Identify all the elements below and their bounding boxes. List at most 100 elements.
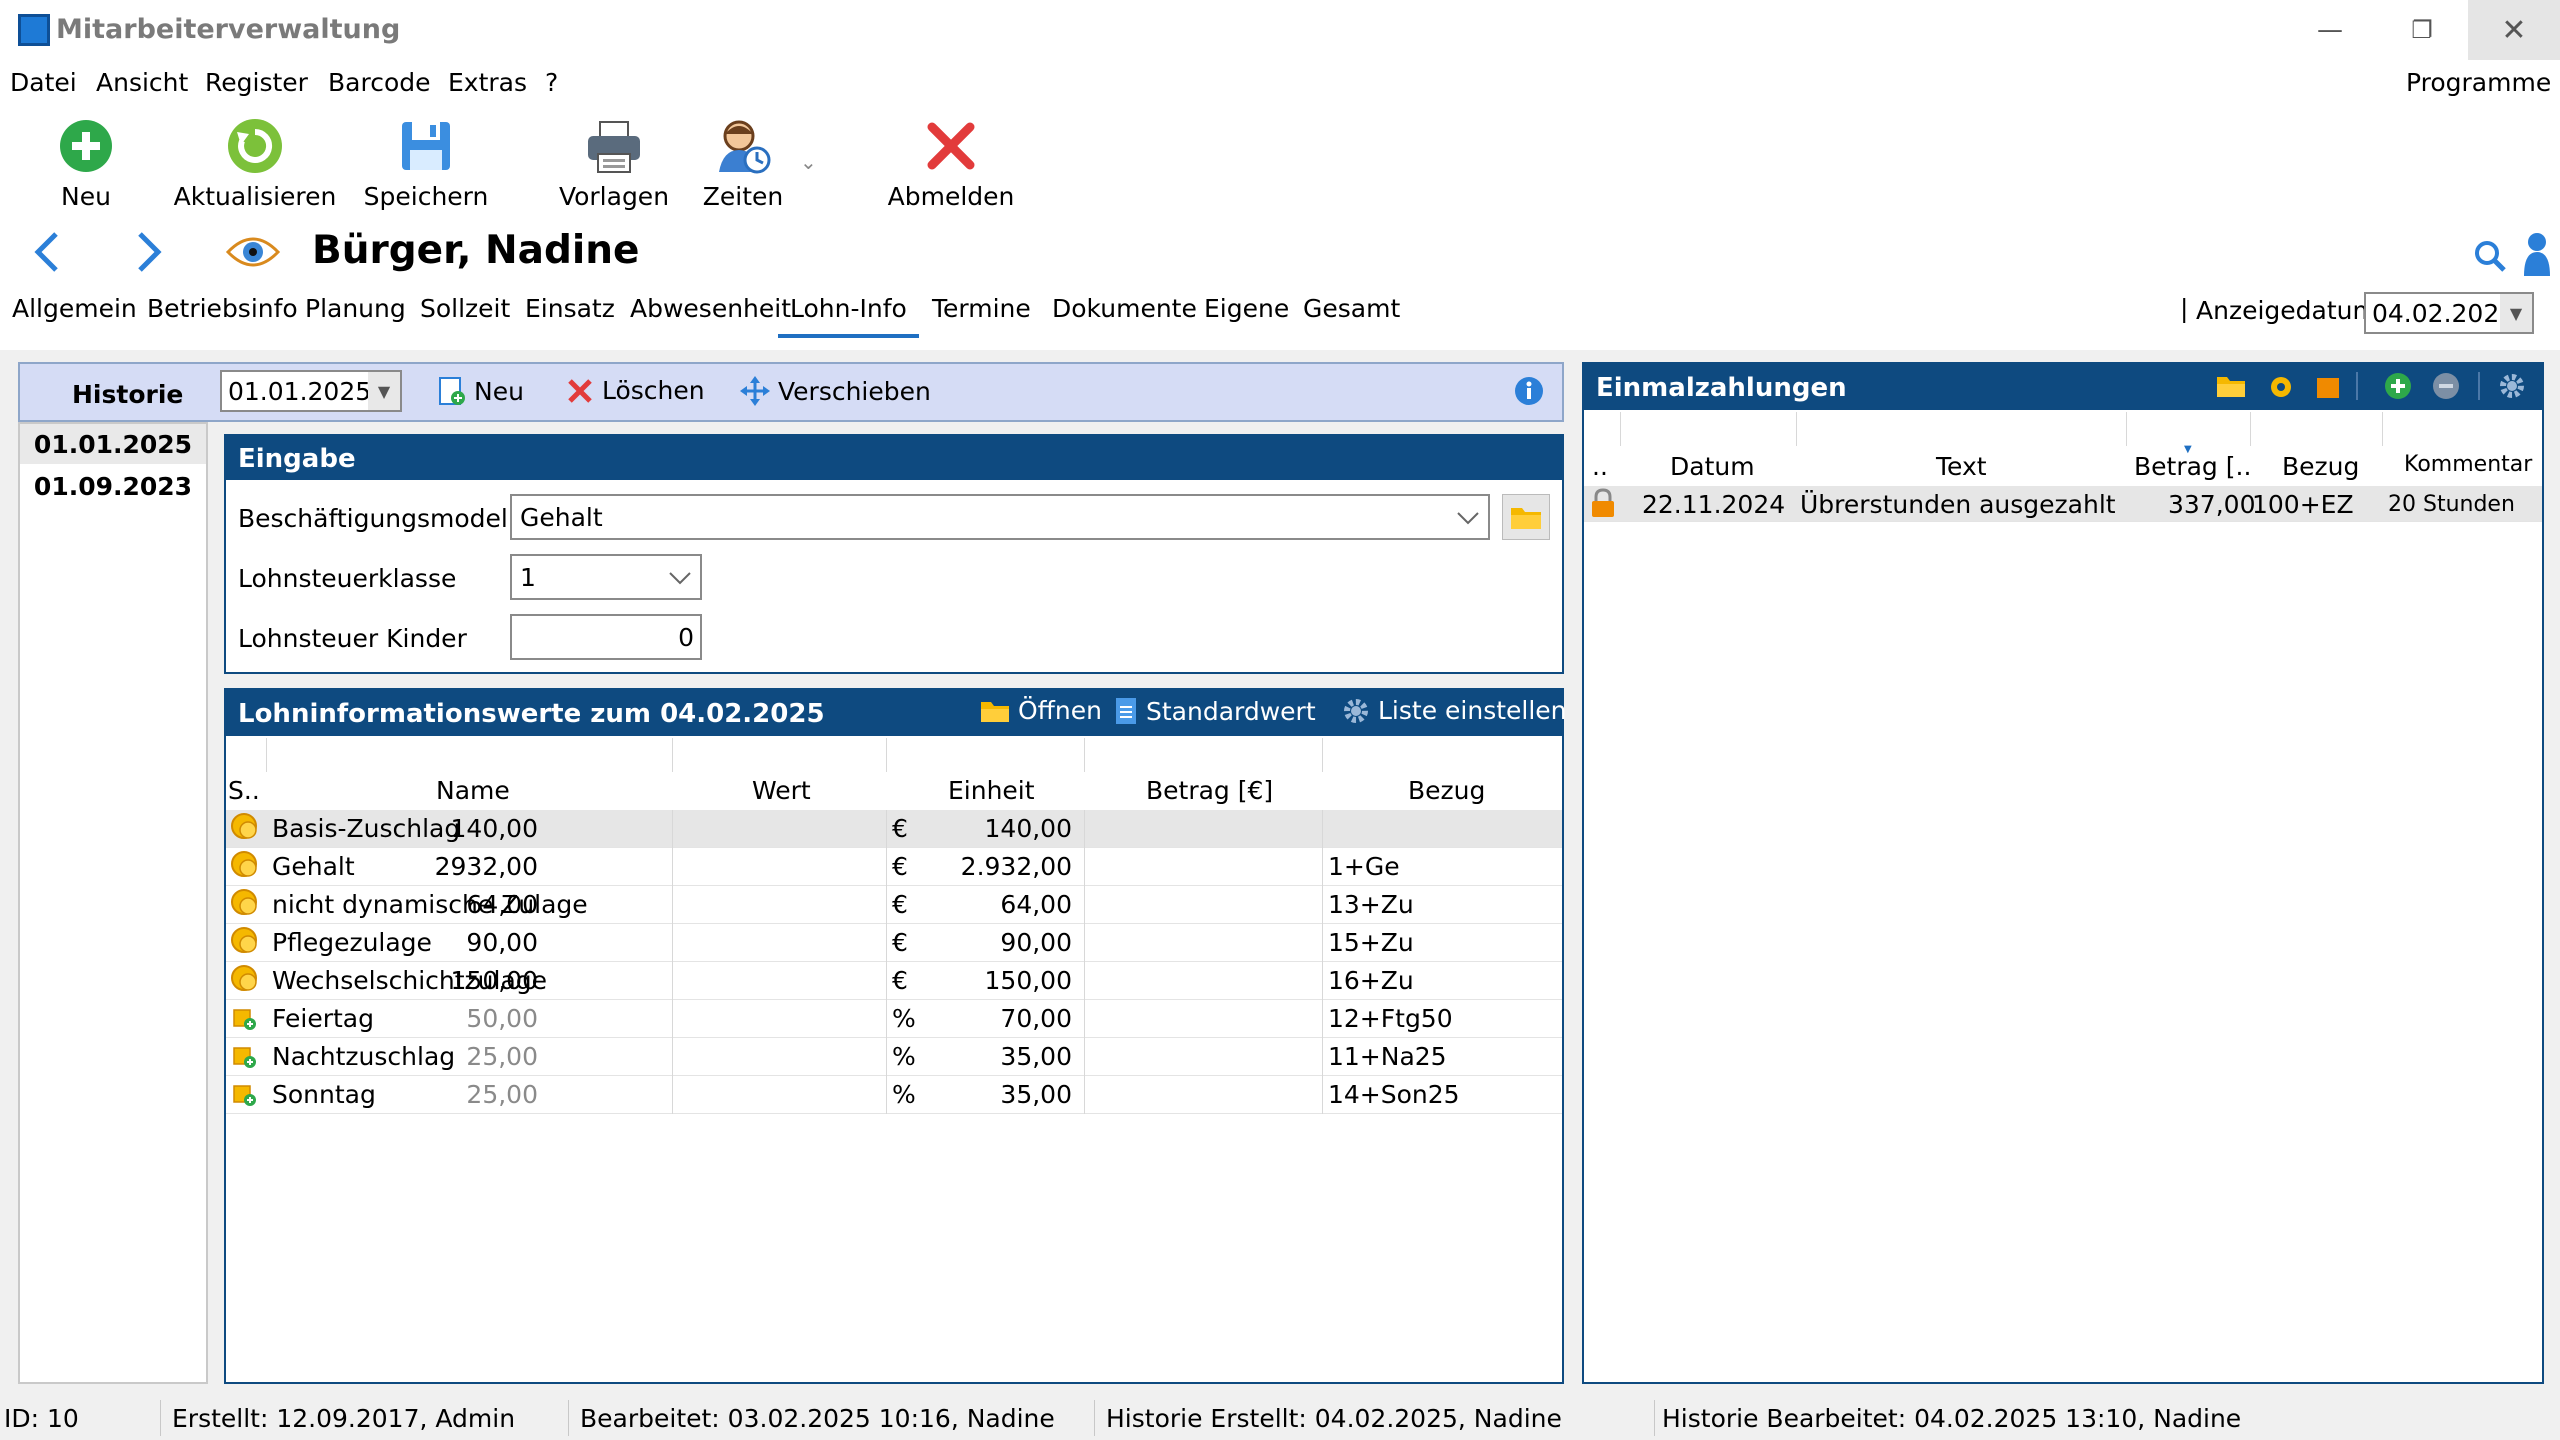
col-header-date[interactable]: Datum (1670, 452, 1755, 481)
menu-register[interactable]: Register (205, 68, 308, 97)
col-header-text[interactable]: Text (1936, 452, 1987, 481)
add-icon[interactable] (2384, 372, 2412, 406)
menu-help[interactable]: ? (545, 68, 558, 97)
tab-planung[interactable]: Planung (305, 294, 406, 338)
wage-name: Gehalt (272, 852, 355, 881)
new-document-icon (439, 377, 465, 405)
coin-icon (230, 926, 260, 962)
person-icon[interactable] (2522, 232, 2552, 282)
history-date-item[interactable]: 01.09.2023 (20, 466, 206, 506)
templates-button[interactable]: Vorlagen (556, 118, 672, 218)
new-button[interactable]: Neu (44, 118, 128, 218)
forward-button[interactable] (132, 230, 166, 280)
separator: | (2180, 294, 2189, 323)
employment-model-label: Beschäftigungsmodell (238, 504, 515, 533)
table-row[interactable]: Feiertag 50,00% 70,00 12+Ftg50 (226, 1000, 1562, 1038)
table-row[interactable]: 22.11.2024 Übrerstunden ausgezahlt 337,0… (1584, 486, 2542, 522)
table-row[interactable]: Wechselschichtzulage 150,00 €150,00 16+Zu (226, 962, 1562, 1000)
toolbar-divider (2478, 372, 2480, 400)
menu-datei[interactable]: Datei (10, 68, 77, 97)
wage-name: Pflegezulage (272, 928, 432, 957)
tab-dokumente[interactable]: Dokumente (1052, 294, 1197, 338)
square-icon[interactable] (2316, 376, 2340, 405)
refresh-button[interactable]: Aktualisieren (174, 118, 336, 218)
menu-barcode[interactable]: Barcode (328, 68, 431, 97)
maximize-button[interactable]: ❐ (2376, 0, 2468, 60)
minimize-button[interactable]: — (2284, 0, 2376, 60)
tab-einsatz[interactable]: Einsatz (525, 294, 615, 338)
history-label: Historie (72, 380, 184, 409)
col-header-amount[interactable]: Betrag [€] (1146, 776, 1273, 805)
wage-amount: 64,00 (1000, 890, 1072, 919)
col-header-name[interactable]: Name (436, 776, 510, 805)
history-delete-button[interactable]: Löschen (566, 376, 705, 405)
menu-ansicht[interactable]: Ansicht (96, 68, 188, 97)
tab-sollzeit[interactable]: Sollzeit (420, 294, 510, 338)
wage-unit: € (892, 966, 908, 995)
menu-programme[interactable]: Programme (2406, 68, 2551, 97)
col-header-comment[interactable]: Kommentar (2404, 452, 2532, 477)
col-header-ref[interactable]: Bezug (1408, 776, 1485, 805)
wage-ref: 12+Ftg50 (1328, 1004, 1453, 1033)
history-dropdown-icon[interactable]: ▼ (368, 372, 400, 410)
tax-class-select[interactable]: 1 (510, 554, 702, 600)
history-date-picker[interactable]: 01.01.2025 ▼ (220, 370, 402, 412)
times-dropdown-chevron-icon[interactable]: ⌄ (800, 150, 817, 174)
wage-name: Feiertag (272, 1004, 374, 1033)
table-row[interactable]: Gehalt 2932,00 €2.932,00 1+Ge (226, 848, 1562, 886)
folder-icon[interactable] (2216, 374, 2246, 404)
col-header-ref[interactable]: Bezug (2282, 452, 2359, 481)
remove-icon[interactable] (2432, 372, 2460, 406)
times-button[interactable]: Zeiten (700, 118, 786, 218)
col-header-s[interactable]: .. (1592, 452, 1608, 481)
back-button[interactable] (30, 230, 64, 280)
tab-termine[interactable]: Termine (932, 294, 1031, 338)
coin-icon (230, 850, 260, 886)
wage-open-button[interactable]: Öffnen (980, 696, 1102, 725)
user-clock-icon (715, 118, 771, 174)
col-header-unit[interactable]: Einheit (948, 776, 1035, 805)
employment-model-open-button[interactable] (1502, 494, 1550, 540)
wage-value: 150,00 (450, 966, 538, 995)
col-header-s[interactable]: S.. (228, 776, 260, 805)
search-icon[interactable] (2474, 240, 2506, 278)
employee-name: Bürger, Nadine (312, 228, 640, 273)
wage-amount: 90,00 (1000, 928, 1072, 957)
display-date-value: 04.02.2025 (2372, 299, 2516, 328)
tax-children-input[interactable]: 0 (510, 614, 702, 660)
sun-icon[interactable] (2268, 374, 2294, 406)
status-id: ID: 10 (4, 1404, 79, 1433)
wage-name: Nachtzuschlag (272, 1042, 456, 1071)
history-move-button[interactable]: Verschieben (740, 376, 931, 406)
eye-icon[interactable] (225, 232, 281, 278)
logout-button[interactable]: Abmelden (888, 118, 1014, 218)
tab-allgemein[interactable]: Allgemein (12, 294, 137, 338)
col-header-value[interactable]: Wert (752, 776, 811, 805)
wage-value: 25,00 (466, 1080, 538, 1109)
wage-list-settings-button[interactable]: Liste einstellen (1342, 696, 1567, 725)
table-row[interactable]: Sonntag 25,00% 35,00 14+Son25 (226, 1076, 1562, 1114)
wage-value: 50,00 (466, 1004, 538, 1033)
tab-eigene[interactable]: Eigene (1204, 294, 1289, 338)
save-button[interactable]: Speichern (364, 118, 488, 218)
info-icon[interactable] (1514, 376, 1544, 412)
tab-gesamt[interactable]: Gesamt (1303, 294, 1400, 338)
calendar-dropdown-icon[interactable]: ▼ (2500, 294, 2532, 332)
table-row[interactable]: Nachtzuschlag 25,00% 35,00 11+Na25 (226, 1038, 1562, 1076)
gear-icon[interactable] (2498, 372, 2526, 406)
tab-betriebsinfo[interactable]: Betriebsinfo (147, 294, 298, 338)
table-row[interactable]: Pflegezulage 90,00 €90,00 15+Zu (226, 924, 1562, 962)
employment-model-select[interactable]: Gehalt (510, 494, 1490, 540)
menu-extras[interactable]: Extras (448, 68, 527, 97)
refresh-icon (227, 118, 283, 174)
display-date-picker[interactable]: 04.02.2025 ▼ (2364, 292, 2534, 334)
close-window-button[interactable]: ✕ (2468, 0, 2560, 60)
table-row[interactable]: nicht dynamische Zulage 64,00 €64,00 13+Zu (226, 886, 1562, 924)
tab-abwesenheit[interactable]: Abwesenheit (630, 294, 791, 338)
history-date-item[interactable]: 01.01.2025 (20, 424, 206, 464)
table-row[interactable]: Basis-Zuschlag 140,00 €140,00 (226, 810, 1562, 848)
wage-default-button[interactable]: Standardwert (1114, 696, 1316, 726)
col-header-amount[interactable]: Betrag [.. (2134, 452, 2251, 481)
tab-lohn-info[interactable]: Lohn-Info (778, 294, 919, 338)
history-new-button[interactable]: Neu (436, 376, 524, 406)
